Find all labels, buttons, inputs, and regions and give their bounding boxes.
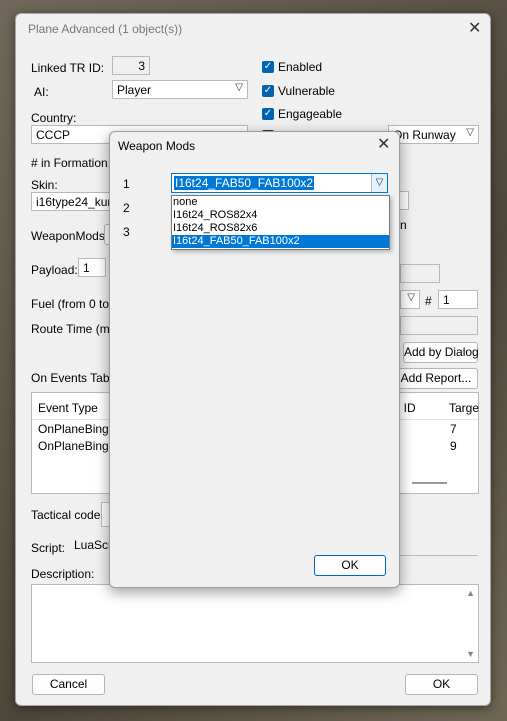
add-report-button[interactable]: Add Report... <box>394 368 478 389</box>
cancel-button[interactable]: Cancel <box>32 674 105 695</box>
tactical-code-label: Tactical code <box>31 508 101 522</box>
start-type-select[interactable]: On Runway ▽ <box>388 125 479 144</box>
close-icon[interactable]: ✕ <box>377 137 390 153</box>
vulnerable-label: Vulnerable <box>278 84 335 98</box>
vulnerable-checkbox[interactable]: ✓ Vulnerable <box>262 84 335 98</box>
table-row-target[interactable]: 9 <box>450 439 457 453</box>
row-number: 3 <box>123 225 130 239</box>
payload-side-field[interactable] <box>400 264 440 283</box>
dropdown-option[interactable]: I16t24_ROS82x4 <box>172 209 389 222</box>
check-icon: ✓ <box>262 61 274 73</box>
dropdown-option[interactable]: I16t24_ROS82x6 <box>172 222 389 235</box>
horizontal-scrollbar-thumb[interactable] <box>412 482 447 484</box>
script-label: Script: <box>31 541 66 555</box>
enabled-label: Enabled <box>278 60 323 74</box>
payload-label: Payload: <box>31 263 78 277</box>
waypoint-select[interactable]: ▽ <box>400 290 420 309</box>
route-time-side-field[interactable] <box>400 316 478 335</box>
script-underline <box>400 555 478 556</box>
hash-label: # <box>425 294 432 308</box>
skin-side-box[interactable] <box>399 191 409 210</box>
description-textarea[interactable]: ▲ ▼ <box>31 584 479 663</box>
dialog-title: Plane Advanced (1 object(s)) <box>28 22 183 36</box>
weapon-mods-dialog: Weapon Mods ✕ 1 2 3 I16t24_FAB50_FAB100x… <box>109 131 400 588</box>
linked-tr-id-field[interactable]: 3 <box>112 56 150 75</box>
engageable-label: Engageable <box>278 107 343 121</box>
weapon-mod-select[interactable]: I16t24_FAB50_FAB100x2 ▽ <box>171 173 388 193</box>
ai-label: AI: <box>34 85 49 99</box>
table-row-target[interactable]: 7 <box>450 422 457 436</box>
on-events-label: On Events Table <box>31 371 119 385</box>
ai-select-value: Player <box>117 83 152 97</box>
weapon-mod-dropdown-list[interactable]: none I16t24_ROS82x4 I16t24_ROS82x6 I16t2… <box>171 195 390 250</box>
in-formation-label: # in Formation: <box>31 156 112 170</box>
linked-tr-id-label: Linked TR ID: <box>31 61 105 75</box>
ok-button[interactable]: OK <box>405 674 478 695</box>
enabled-checkbox[interactable]: ✓ Enabled <box>262 60 322 74</box>
close-icon[interactable]: ✕ <box>468 21 481 37</box>
column-header-event-type[interactable]: Event Type <box>38 401 98 415</box>
column-header-target[interactable]: Targe <box>449 401 479 415</box>
hash-field[interactable]: 1 <box>438 290 478 309</box>
row-number: 2 <box>123 201 130 215</box>
check-icon: ✓ <box>262 85 274 97</box>
partial-label: n <box>400 218 407 232</box>
fuel-label: Fuel (from 0 to 1 <box>31 297 120 311</box>
payload-field[interactable]: 1 <box>78 258 106 277</box>
scroll-up-icon[interactable]: ▲ <box>466 588 475 598</box>
skin-label: Skin: <box>31 178 58 192</box>
weapon-mods-title: Weapon Mods <box>118 139 196 153</box>
country-label: Country: <box>31 111 77 125</box>
chevron-down-icon: ▽ <box>407 292 415 303</box>
scroll-down-icon[interactable]: ▼ <box>466 649 475 659</box>
chevron-down-icon: ▽ <box>466 127 474 138</box>
weapon-mod-selected-value: I16t24_FAB50_FAB100x2 <box>174 176 315 190</box>
dropdown-option-selected[interactable]: I16t24_FAB50_FAB100x2 <box>172 235 389 248</box>
engageable-checkbox[interactable]: ✓ Engageable <box>262 107 342 121</box>
chevron-down-icon[interactable]: ▽ <box>371 174 387 192</box>
ai-select[interactable]: Player ▽ <box>112 80 248 99</box>
start-type-value: On Runway <box>393 128 456 142</box>
weapon-mods-label: WeaponMods: <box>31 229 109 243</box>
chevron-down-icon: ▽ <box>235 82 243 93</box>
check-icon: ✓ <box>262 108 274 120</box>
add-by-dialog-button[interactable]: Add by Dialog <box>403 342 479 363</box>
skin-field[interactable]: i16type24_kursa <box>31 192 121 211</box>
dropdown-option[interactable]: none <box>172 196 389 209</box>
ok-button[interactable]: OK <box>314 555 386 576</box>
description-label: Description: <box>31 567 95 581</box>
row-number: 1 <box>123 177 130 191</box>
